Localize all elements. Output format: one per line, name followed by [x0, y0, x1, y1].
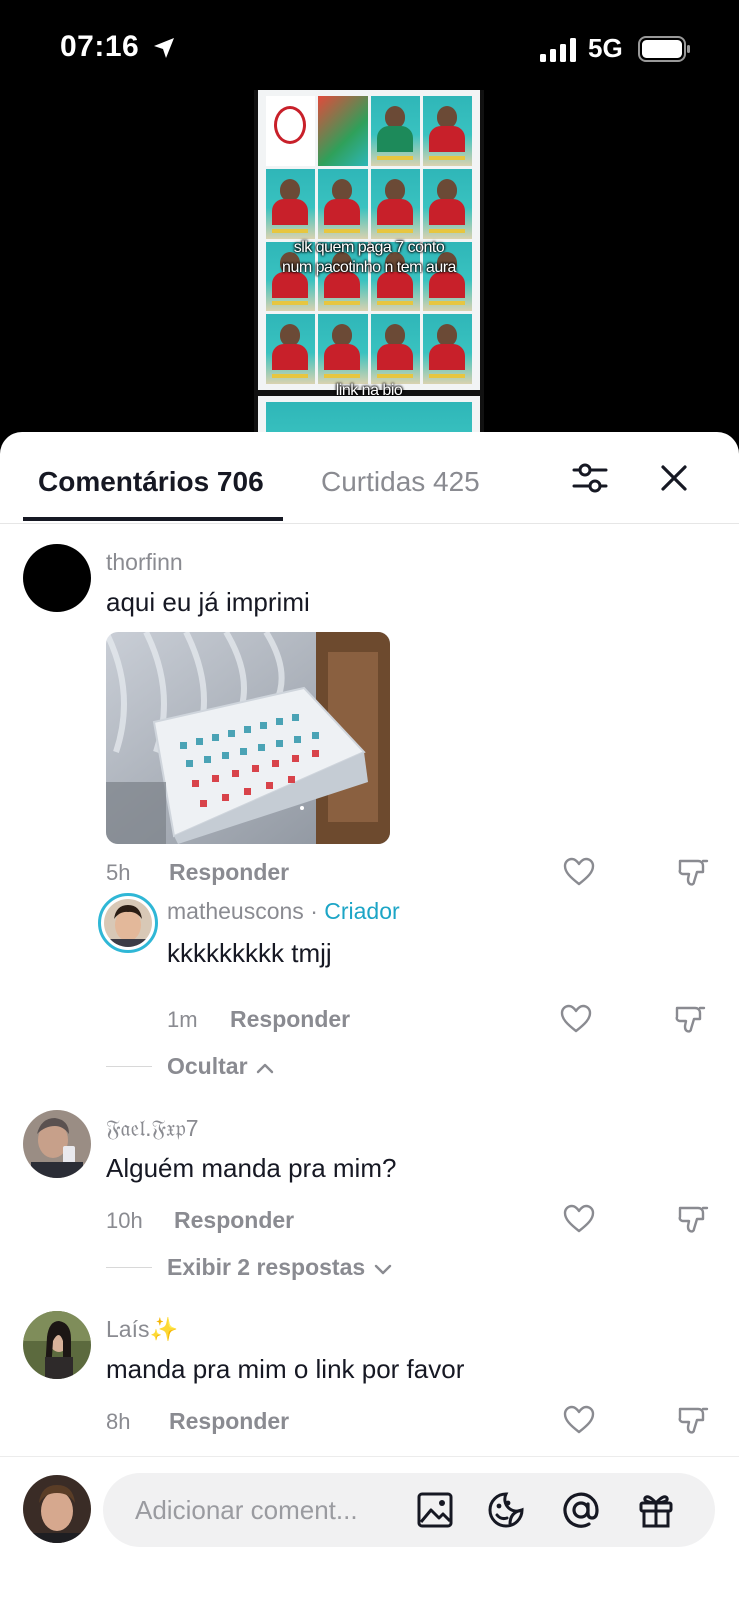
sticker-album-page: [258, 396, 480, 435]
video-caption-line: num pacotinho n tem aura: [282, 259, 456, 276]
heart-icon[interactable]: [562, 1202, 596, 1236]
sticker-tile: [422, 168, 472, 239]
thumbs-down-icon[interactable]: [676, 1202, 710, 1236]
comments-sheet: Comentários 706 Curtidas 425 thorfinn aq…: [0, 432, 739, 1600]
image-icon[interactable]: [415, 1490, 455, 1530]
reply-text: kkkkkkkkk tmjj: [167, 938, 332, 968]
comment-username[interactable]: 𝔉𝔞𝔢𝔩.𝔉𝔵𝔭7: [106, 1115, 199, 1142]
reply-button[interactable]: Responder: [169, 859, 289, 886]
hide-replies-label: Ocultar: [167, 1053, 248, 1079]
close-icon[interactable]: [656, 460, 692, 496]
filter-sliders-icon[interactable]: [570, 458, 610, 498]
mention-icon[interactable]: [561, 1490, 601, 1530]
avatar[interactable]: [23, 544, 91, 612]
reply-button[interactable]: Responder: [174, 1207, 294, 1234]
thumbs-down-icon[interactable]: [676, 855, 710, 889]
sticker-tile: [266, 168, 316, 239]
comment-username[interactable]: thorfinn: [106, 549, 183, 576]
sticker-tile: [370, 314, 420, 384]
reply-username-text[interactable]: matheuscons: [167, 898, 304, 924]
comment-image[interactable]: [106, 632, 390, 844]
comment-username[interactable]: Laís✨: [106, 1316, 178, 1343]
comment-text: aqui eu já imprimi: [106, 587, 310, 617]
location-arrow-icon: [154, 38, 174, 58]
tab-likes[interactable]: Curtidas 425: [321, 466, 480, 498]
avatar[interactable]: [23, 1110, 91, 1178]
username-separator: ·: [303, 898, 325, 924]
video-caption: slk quem paga 7 conto num pacotinho n te…: [254, 238, 484, 278]
heart-icon[interactable]: [559, 1002, 593, 1036]
comment-text: Alguém manda pra mim?: [106, 1153, 397, 1183]
comment-input[interactable]: Adicionar coment...: [103, 1473, 715, 1547]
sticker-tile: [370, 96, 420, 166]
signal-bars-icon: [540, 38, 576, 62]
sticker-tile: [266, 96, 316, 166]
creator-badge: Criador: [324, 898, 400, 924]
comment-list[interactable]: thorfinn aqui eu já imprimi 5h Responder…: [0, 525, 739, 1488]
tab-bar: Comentários 706 Curtidas 425: [0, 432, 739, 524]
comment-time: 8h: [106, 1409, 131, 1434]
thread-divider: [106, 1267, 152, 1268]
sticker-tile: [318, 96, 368, 166]
creator-avatar[interactable]: [98, 893, 158, 953]
sticker-icon[interactable]: [486, 1490, 526, 1530]
reply-button[interactable]: Responder: [230, 1006, 350, 1033]
current-user-avatar: [23, 1475, 91, 1543]
sticker-tile: [370, 168, 420, 239]
heart-icon[interactable]: [562, 1403, 596, 1437]
tab-comments[interactable]: Comentários 706: [38, 466, 264, 498]
battery-icon: [638, 36, 690, 62]
comment-input-placeholder: Adicionar coment...: [135, 1495, 358, 1525]
sticker-tile: [318, 168, 368, 239]
view-replies-button[interactable]: Exibir 2 respostas: [167, 1254, 392, 1281]
comment-text: manda pra mim o link por favor: [106, 1354, 465, 1384]
sticker-tile: [422, 314, 472, 384]
video-caption-line: slk quem paga 7 conto: [293, 239, 445, 256]
status-bar: 07:16 5G: [0, 0, 739, 100]
view-replies-label: Exibir 2 respostas: [167, 1254, 366, 1280]
sticker-tile: [318, 314, 368, 384]
thumbs-down-icon[interactable]: [673, 1002, 707, 1036]
chevron-down-icon: [374, 1264, 391, 1275]
status-time: 07:16: [60, 30, 140, 63]
video-preview[interactable]: slk quem paga 7 conto num pacotinho n te…: [254, 90, 484, 435]
hide-replies-button[interactable]: Ocultar: [167, 1053, 274, 1080]
sticker-tile: [266, 314, 316, 384]
sticker-tile: [422, 96, 472, 166]
chevron-up-icon: [256, 1063, 274, 1074]
reply-time: 1m: [167, 1007, 198, 1032]
active-tab-indicator: [23, 517, 283, 521]
heart-icon[interactable]: [562, 855, 596, 889]
network-type: 5G: [588, 33, 623, 63]
comment-composer: Adicionar coment...: [0, 1456, 739, 1600]
reply-button[interactable]: Responder: [169, 1408, 289, 1435]
reply-username: matheuscons · Criador: [167, 898, 400, 925]
thread-divider: [106, 1066, 152, 1067]
comment-time: 10h: [106, 1208, 143, 1233]
avatar[interactable]: [23, 1311, 91, 1379]
comment-time: 5h: [106, 860, 131, 885]
gift-icon[interactable]: [636, 1490, 676, 1530]
thumbs-down-icon[interactable]: [676, 1403, 710, 1437]
